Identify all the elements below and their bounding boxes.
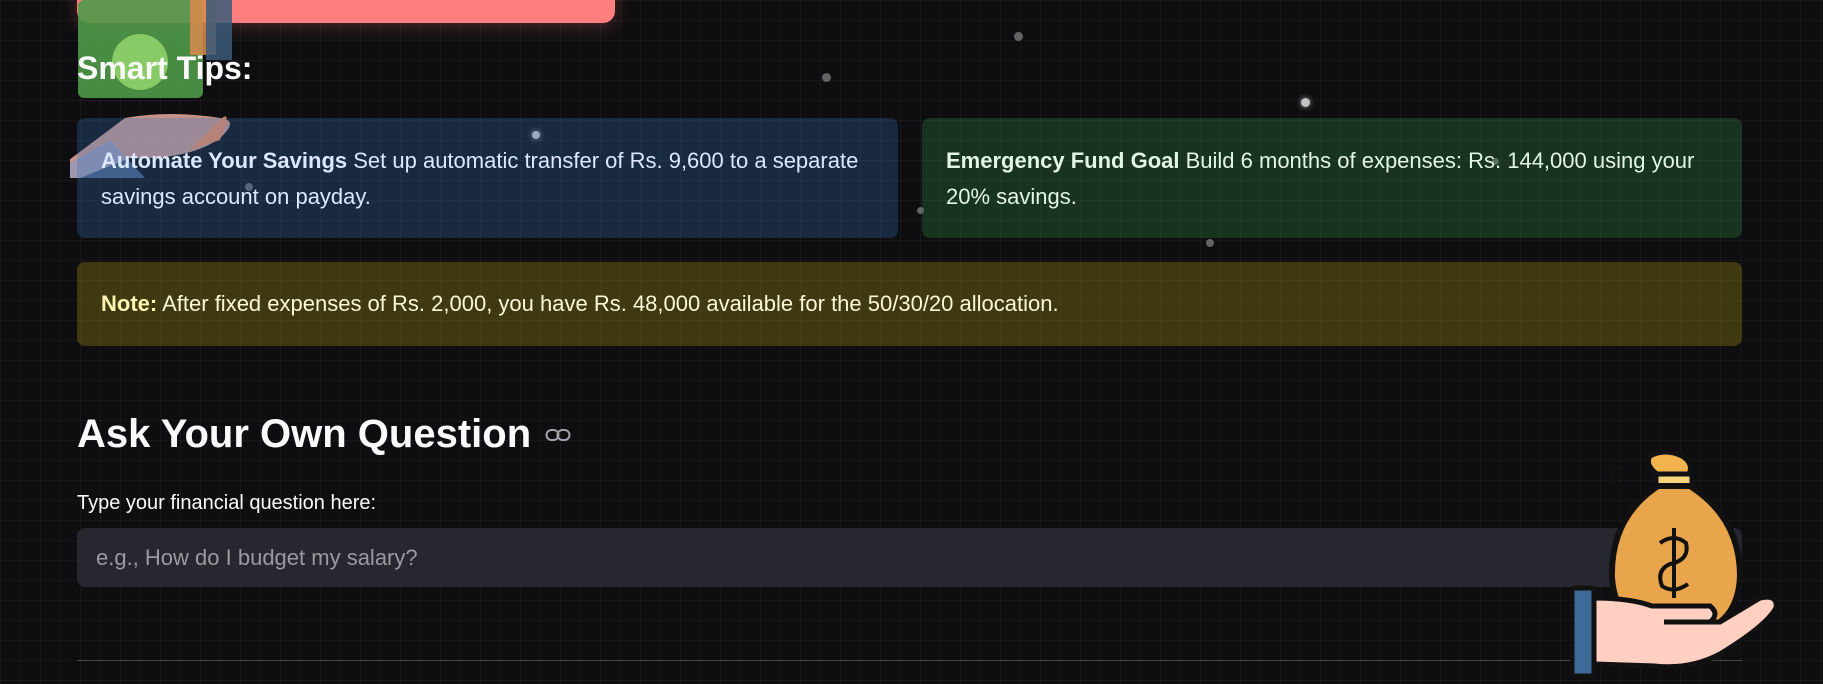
note-label: Note: — [101, 291, 158, 316]
smart-tips-heading: Smart Tips: — [77, 50, 253, 86]
note-callout: Note: After fixed expenses of Rs. 2,000,… — [77, 262, 1742, 346]
tip-title: Emergency Fund Goal — [946, 148, 1180, 173]
sparkle-dot — [1206, 239, 1214, 247]
app-page: Smart Tips: Automate Your Savings Set up… — [0, 0, 1823, 684]
money-bag-hand-icon — [1570, 449, 1779, 678]
sparkle-dot — [1014, 32, 1023, 41]
ask-question-title: Ask Your Own Question — [77, 412, 532, 456]
question-input[interactable] — [77, 528, 1742, 587]
note-body: After fixed expenses of Rs. 2,000, you h… — [157, 291, 1059, 316]
sparkle-dot — [822, 73, 831, 82]
tip-card-savings: Automate Your Savings Set up automatic t… — [77, 118, 898, 238]
tip-title: Automate Your Savings — [101, 148, 348, 173]
section-divider — [77, 660, 1742, 661]
link-icon[interactable] — [545, 427, 571, 443]
tip-card-emergency-fund: Emergency Fund Goal Build 6 months of ex… — [922, 118, 1742, 238]
question-input-label: Type your financial question here: — [77, 492, 377, 514]
ask-question-heading: Ask Your Own Question — [77, 412, 571, 457]
sparkle-dot — [1301, 98, 1310, 107]
